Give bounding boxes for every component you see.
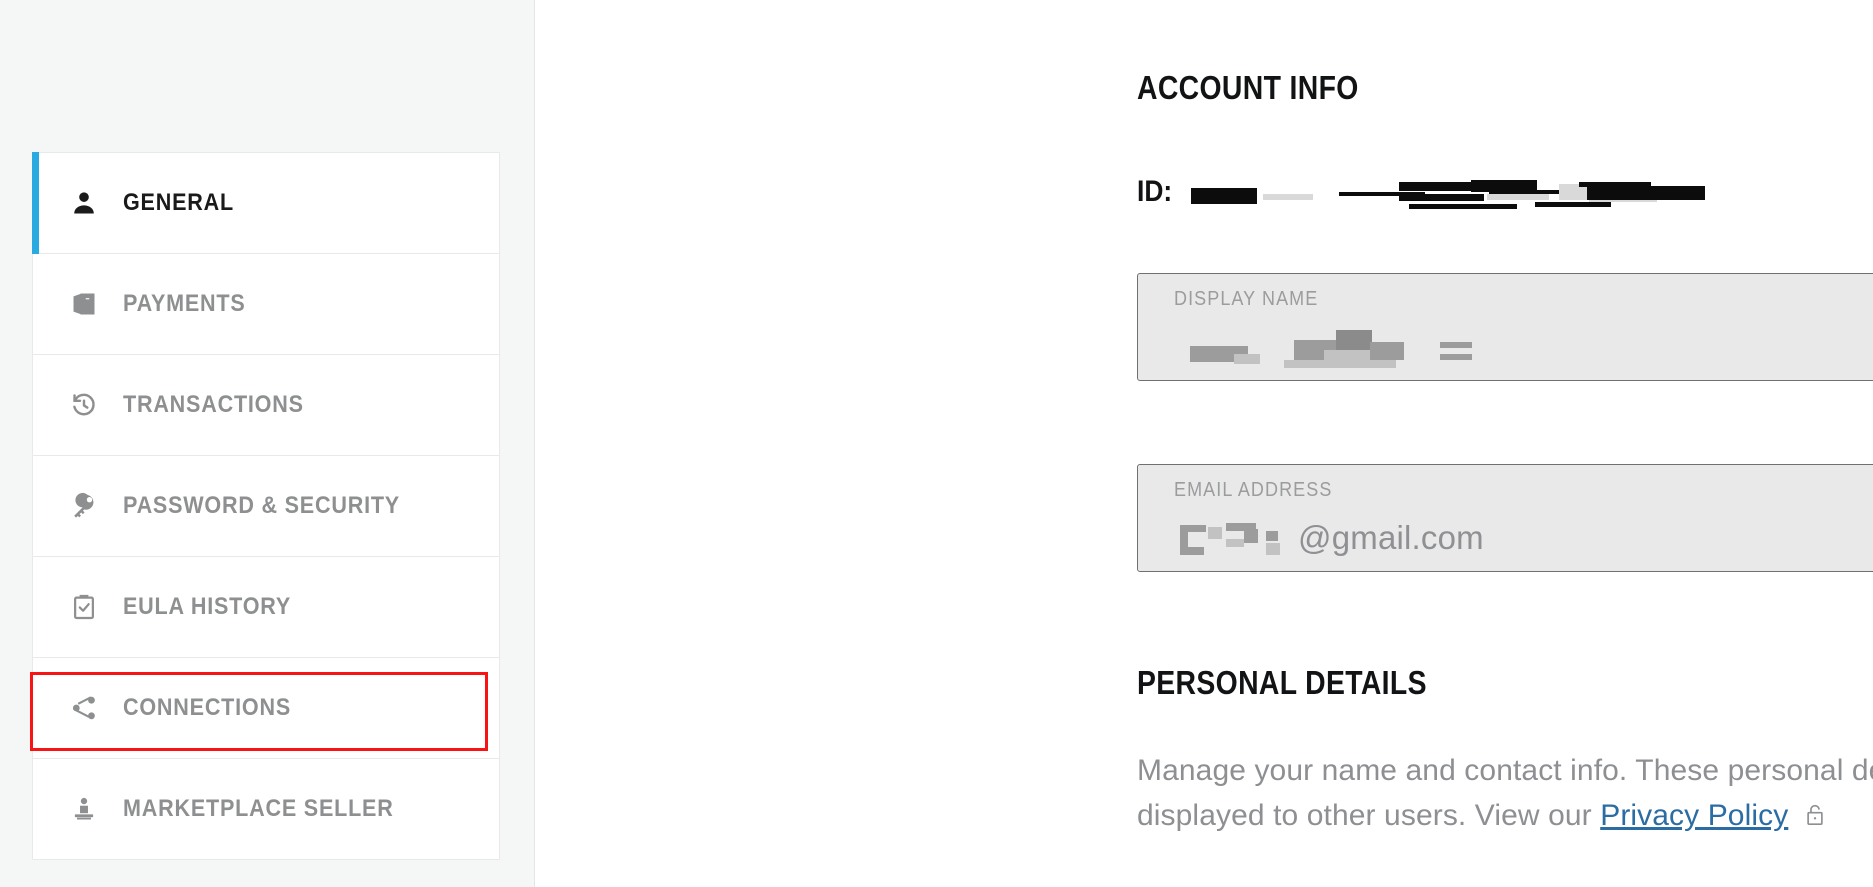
email-address-value: @gmail.com: [1174, 513, 1484, 563]
section-title-personal-details: PERSONAL DETAILS: [1137, 664, 1427, 701]
sidebar-item-label: MARKETPLACE SELLER: [123, 795, 394, 822]
email-address-caption: EMAIL ADDRESS: [1174, 479, 1333, 501]
sidebar-item-general[interactable]: GENERAL: [32, 152, 499, 254]
settings-page: GENERAL PAYMENTS TRANSACTIONS PASSWORD &…: [0, 0, 1873, 887]
sidebar-item-label: TRANSACTIONS: [123, 391, 304, 418]
display-name-caption: DISPLAY NAME: [1174, 288, 1319, 310]
sidebar-item-label: PAYMENTS: [123, 290, 246, 317]
privacy-policy-link[interactable]: Privacy Policy: [1600, 799, 1788, 832]
history-icon: [67, 388, 101, 422]
lock-icon: [1804, 796, 1826, 825]
key-icon: [67, 489, 101, 523]
active-indicator-bar: [32, 152, 39, 254]
account-settings-main: ACCOUNT INFO ID: DISPLAY NAME EMAIL ADDR…: [535, 0, 1873, 887]
sidebar-item-password-security[interactable]: PASSWORD & SECURITY: [33, 456, 499, 557]
wallet-icon: [67, 287, 101, 321]
display-name-row: DISPLAY NAME: [1137, 273, 1873, 381]
account-id-redacted-value: [1191, 176, 1731, 209]
page-title-account-info: ACCOUNT INFO: [1137, 69, 1359, 106]
sidebar-item-marketplace-seller[interactable]: MARKETPLACE SELLER: [33, 759, 499, 860]
personal-details-description: Manage your name and contact info. These…: [1137, 748, 1873, 838]
sidebar-item-transactions[interactable]: TRANSACTIONS: [33, 355, 499, 456]
description-line-1: Manage your name and contact info. These…: [1137, 754, 1873, 787]
sidebar-item-payments[interactable]: PAYMENTS: [33, 254, 499, 355]
sidebar-item-label: PASSWORD & SECURITY: [123, 492, 400, 519]
share-icon: [67, 691, 101, 725]
clipboard-check-icon: [67, 590, 101, 624]
sidebar-item-label: EULA HISTORY: [123, 593, 292, 620]
sidebar-item-eula-history[interactable]: EULA HISTORY: [33, 557, 499, 658]
seller-icon: [67, 792, 101, 826]
sidebar-item-label: CONNECTIONS: [123, 694, 292, 721]
account-id-row: ID:: [1137, 174, 1731, 210]
email-address-row: EMAIL ADDRESS @gmail.com: [1137, 464, 1873, 572]
sidebar-item-label: GENERAL: [123, 189, 234, 216]
person-icon: [67, 186, 101, 220]
sidebar-item-connections[interactable]: CONNECTIONS: [33, 658, 499, 759]
settings-sidebar: GENERAL PAYMENTS TRANSACTIONS PASSWORD &…: [0, 0, 535, 887]
settings-nav-list: GENERAL PAYMENTS TRANSACTIONS PASSWORD &…: [32, 152, 500, 860]
account-id-label: ID:: [1137, 175, 1173, 208]
display-name-field[interactable]: DISPLAY NAME: [1137, 273, 1873, 381]
email-domain-text: @gmail.com: [1298, 519, 1484, 556]
email-address-field[interactable]: EMAIL ADDRESS @gmail.com: [1137, 464, 1873, 572]
display-name-value: [1174, 322, 1494, 372]
